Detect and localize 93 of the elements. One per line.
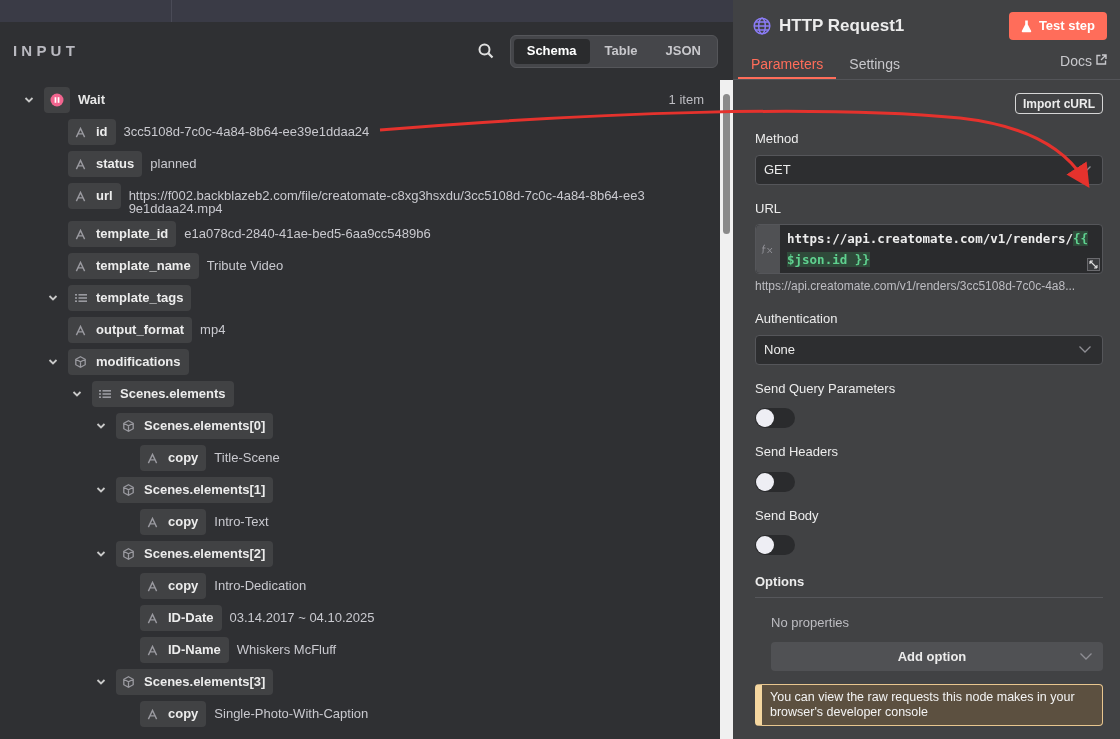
field-label: Send Body — [755, 506, 820, 525]
text-type-icon — [146, 516, 159, 528]
field-key[interactable]: copy — [140, 701, 207, 727]
field-key[interactable]: url — [68, 183, 121, 209]
info-notice: You can view the raw requests this node makes in your browser's developer console — [755, 684, 1103, 726]
field-key[interactable]: Scenes.elements[2] — [116, 541, 274, 567]
panel-title: INPUT — [13, 40, 79, 61]
field-value: Intro-Dedication — [214, 577, 307, 592]
field-key[interactable]: template_name — [68, 253, 199, 279]
field-value: Tribute Video — [206, 257, 284, 272]
text-type-icon — [74, 228, 87, 240]
select-field[interactable]: GET — [755, 154, 1103, 185]
view-tab[interactable]: JSON — [652, 38, 714, 64]
docs-link[interactable]: Docs — [1060, 51, 1107, 79]
field-label: Send Headers — [755, 443, 840, 461]
chevron-icon[interactable] — [48, 357, 58, 367]
import-curl-button[interactable]: Import cURL — [1015, 93, 1103, 114]
cube-icon — [122, 420, 135, 432]
cube-icon — [122, 548, 135, 560]
wait-node-icon — [44, 87, 70, 113]
view-tab[interactable]: Table — [591, 38, 651, 64]
toggle-switch[interactable] — [755, 535, 795, 555]
cube-icon — [122, 676, 135, 688]
node-name[interactable]: Wait — [78, 87, 105, 113]
field-key[interactable]: Scenes.elements[3] — [116, 669, 274, 695]
flask-icon — [1020, 19, 1032, 33]
settings-tab[interactable]: Parameters — [738, 51, 837, 79]
field-label: Send Query Parameters — [755, 379, 897, 398]
text-type-icon — [146, 644, 159, 656]
chevron-icon[interactable] — [96, 549, 106, 559]
field-key[interactable]: ID-Name — [140, 637, 229, 663]
field-label: Authentication — [755, 310, 839, 328]
field-key[interactable]: ID-Date — [140, 605, 222, 631]
text-type-icon — [74, 126, 87, 138]
toggle-switch[interactable] — [755, 471, 795, 492]
field-value: 03.14.2017 ~ 04.10.2025 — [229, 609, 375, 624]
settings-tab[interactable]: Settings — [836, 51, 913, 79]
list-icon — [74, 293, 87, 303]
field-value: Title-Scene — [214, 449, 280, 464]
text-type-icon — [74, 158, 87, 170]
chevron-icon[interactable] — [96, 485, 106, 495]
chevron-icon[interactable] — [96, 677, 106, 687]
chevron-icon[interactable] — [48, 293, 58, 303]
search-icon[interactable] — [477, 43, 494, 59]
field-key[interactable]: Scenes.elements[1] — [116, 477, 274, 503]
external-link-icon — [1096, 54, 1107, 65]
field-value: Intro-Text — [214, 513, 269, 528]
field-key[interactable]: template_id — [68, 221, 177, 247]
field-key[interactable]: id — [68, 119, 116, 145]
cube-icon — [74, 356, 87, 368]
field-value: Whiskers McFluff — [236, 641, 337, 656]
list-icon — [98, 389, 111, 399]
cube-icon — [122, 484, 135, 496]
chevron-icon[interactable] — [24, 95, 34, 105]
field-value: planned — [150, 155, 197, 170]
add-option-button[interactable]: Add option — [771, 642, 1103, 671]
chevron-icon — [1078, 345, 1092, 354]
node-title: HTTP Request1 — [779, 15, 905, 38]
field-value: https://f002.backblazeb2.com/file/creatomate-c8xg3hsxdu/3cc5108d-7c0c-4a84-8b64-ee39e1ddaa24.mp4 — [128, 187, 646, 215]
globe-icon — [753, 17, 771, 35]
text-type-icon — [146, 452, 159, 464]
text-type-icon — [74, 260, 87, 272]
field-key[interactable]: status — [68, 151, 143, 177]
chevron-icon[interactable] — [72, 389, 82, 399]
field-label: Method — [755, 130, 800, 148]
text-type-icon — [146, 580, 159, 592]
field-key[interactable]: template_tags — [68, 285, 192, 311]
field-key[interactable]: Scenes.elements — [92, 381, 234, 407]
select-field[interactable]: None — [755, 334, 1103, 365]
scrollbar[interactable] — [720, 80, 733, 739]
field-value: 3cc5108d-7c0c-4a84-8b64-ee39e1ddaa24 — [123, 123, 370, 138]
field-key[interactable]: modifications — [68, 349, 189, 375]
view-tab[interactable]: Schema — [513, 38, 590, 64]
field-key[interactable]: copy — [140, 509, 207, 535]
field-value: mp4 — [200, 321, 226, 336]
chevron-icon[interactable] — [96, 421, 106, 431]
item-count: 1 item — [668, 91, 705, 109]
field-key[interactable]: Scenes.elements[0] — [116, 413, 274, 439]
text-type-icon — [74, 190, 87, 202]
section-label: Options — [755, 572, 1103, 598]
chevron-icon — [1079, 652, 1093, 661]
field-label: URL — [755, 199, 782, 218]
field-key[interactable]: copy — [140, 573, 207, 599]
toggle-switch[interactable] — [755, 408, 795, 428]
text-type-icon — [146, 708, 159, 720]
text-type-icon — [74, 324, 87, 336]
text-type-icon — [146, 612, 159, 624]
resolved-url: https://api.creatomate.com/v1/renders/3cc5108d-7c0c-4a8... — [755, 278, 1077, 295]
field-value: Single-Photo-With-Caption — [214, 705, 369, 720]
field-key[interactable]: copy — [140, 445, 207, 471]
empty-text: No properties — [771, 613, 851, 632]
field-value: e1a078cd-2840-41ae-bed5-6aa9cc5489b6 — [184, 225, 431, 240]
field-key[interactable]: output_format — [68, 317, 193, 343]
